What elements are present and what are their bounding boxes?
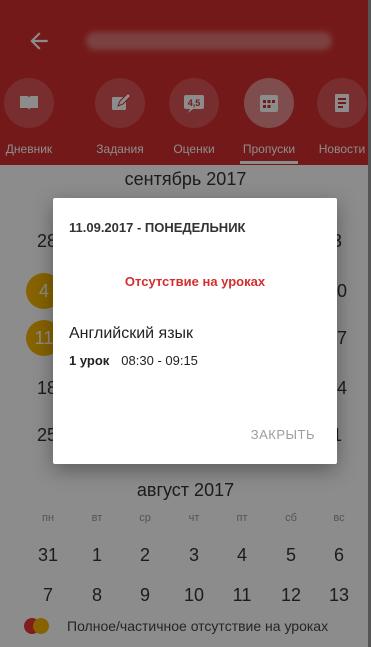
dialog-date: 11.09.2017 - ПОНЕДЕЛЬНИК — [69, 220, 246, 235]
subject-name: Английский язык — [69, 325, 194, 342]
lesson-info: 1 урок 08:30 - 09:15 — [69, 353, 198, 368]
lesson-time: 08:30 - 09:15 — [121, 353, 198, 368]
absence-status: Отсутствие на уроках — [124, 274, 266, 289]
absence-dialog: 11.09.2017 - ПОНЕДЕЛЬНИК Отсутствие на у… — [53, 198, 337, 464]
close-button[interactable]: ЗАКРЫТЬ — [251, 427, 315, 442]
lesson-number: 1 урок — [69, 353, 110, 368]
screen: Дневник Задания 4,5 Оценки Пропуски Ново… — [0, 0, 371, 647]
